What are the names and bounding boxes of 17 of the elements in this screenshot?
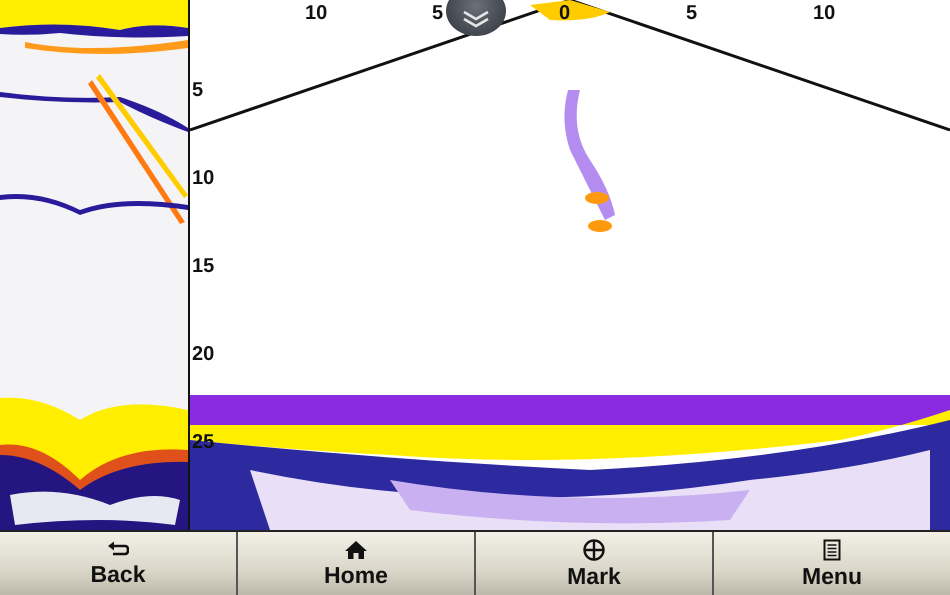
depth-label: 20 [192, 344, 214, 364]
softkey-button[interactable]: Home [238, 532, 476, 595]
depth-label: 5 [192, 80, 204, 100]
range-label: 0 [559, 3, 570, 23]
menu-icon [823, 539, 841, 561]
crosshair-icon [583, 539, 605, 561]
depth-label: 10 [192, 168, 214, 188]
range-label: 5 [686, 3, 698, 23]
softkey-button[interactable]: Back [0, 532, 238, 595]
double-chevron-icon [461, 10, 491, 28]
range-label: 10 [813, 3, 836, 23]
softkey-button[interactable]: Mark [476, 532, 714, 595]
home-icon [344, 540, 368, 560]
range-label: 5 [432, 3, 444, 23]
depth-label: 15 [192, 256, 214, 276]
range-label: 10 [305, 3, 328, 23]
softkey-button[interactable]: Menu [714, 532, 950, 595]
